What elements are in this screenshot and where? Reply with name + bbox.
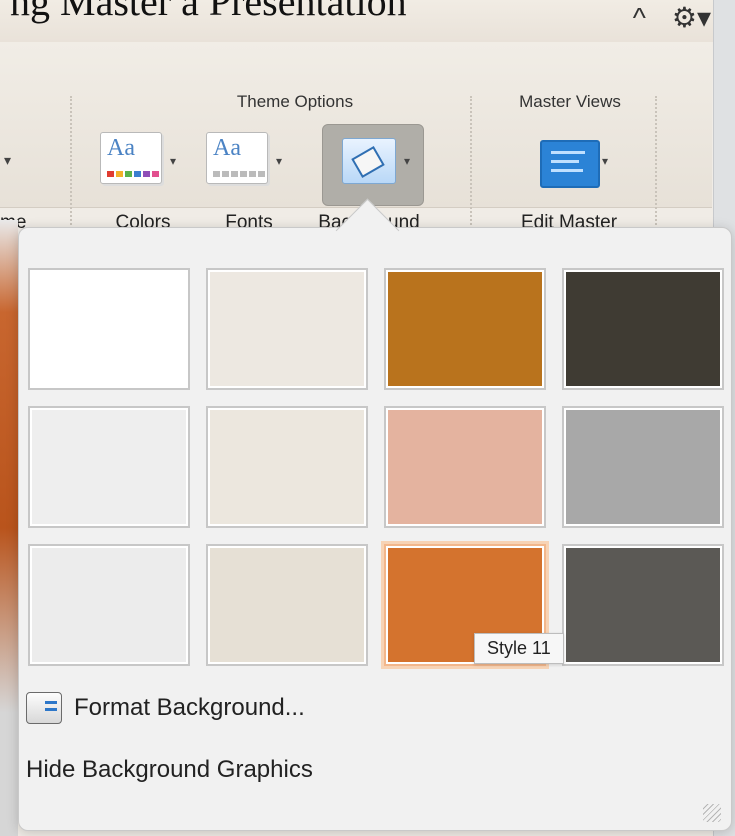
swatch-fill [210, 410, 364, 524]
swatch-fill [32, 548, 186, 662]
swatch-fill [388, 410, 542, 524]
hide-background-graphics-label: Hide Background Graphics [26, 756, 313, 783]
background-style-swatch[interactable] [384, 406, 546, 528]
swatch-fill [210, 272, 364, 386]
swatch-fill [566, 410, 720, 524]
background-style-swatch[interactable] [384, 268, 546, 390]
paint-bucket-icon [342, 138, 396, 184]
ribbon: ▾ me Theme Options Master Views Aa ▾ Col… [0, 42, 712, 236]
background-style-swatch[interactable] [206, 268, 368, 390]
background-style-swatch[interactable] [28, 544, 190, 666]
group-divider [470, 96, 472, 236]
chevron-down-icon: ▾ [404, 154, 411, 168]
swatch-fill [210, 548, 364, 662]
fonts-icon: Aa [206, 132, 268, 184]
background-style-swatch[interactable] [28, 406, 190, 528]
document-title-fragment: ng Master a Presentation [10, 0, 407, 24]
swatch-fill [32, 272, 186, 386]
hide-background-graphics-menu-item[interactable]: Hide Background Graphics [26, 756, 313, 784]
background-style-swatch[interactable] [562, 268, 724, 390]
background-style-swatch[interactable] [562, 544, 724, 666]
window-top-strip: ng Master a Presentation ^ ⚙▾ [0, 0, 735, 42]
resize-grip-icon[interactable] [703, 804, 721, 822]
format-background-icon [26, 692, 62, 724]
colors-button[interactable]: Aa ▾ Colors [88, 124, 198, 242]
fonts-button[interactable]: Aa ▾ Fonts [194, 124, 304, 242]
chevron-down-icon: ▾ [602, 154, 609, 168]
background-style-swatch[interactable] [206, 544, 368, 666]
theme-options-group-label: Theme Options [236, 92, 354, 111]
slide-canvas-edge [0, 220, 18, 836]
edit-master-button[interactable]: ▾ Edit Master [514, 124, 624, 242]
colors-icon: Aa [100, 132, 162, 184]
background-style-swatch[interactable] [562, 406, 724, 528]
chevron-down-icon[interactable]: ▾ [4, 152, 11, 169]
swatch-fill [32, 410, 186, 524]
swatch-fill [388, 272, 542, 386]
master-views-group-label: Master Views [519, 92, 621, 111]
background-style-swatch[interactable] [28, 268, 190, 390]
format-background-label: Format Background... [74, 694, 305, 721]
background-style-swatch[interactable] [206, 406, 368, 528]
chevron-down-icon: ▾ [170, 154, 177, 168]
group-divider [70, 96, 72, 236]
swatch-fill [566, 548, 720, 662]
format-background-menu-item[interactable]: Format Background... [26, 692, 305, 724]
gear-menu-button[interactable]: ⚙▾ [672, 4, 711, 32]
slide-master-icon [540, 140, 600, 188]
collapse-ribbon-button[interactable]: ^ [633, 4, 646, 32]
style-tooltip: Style 11 [474, 633, 564, 664]
window-controls: ^ ⚙▾ [633, 4, 711, 32]
chevron-down-icon: ▾ [276, 154, 283, 168]
group-divider [655, 96, 657, 236]
swatch-fill [566, 272, 720, 386]
